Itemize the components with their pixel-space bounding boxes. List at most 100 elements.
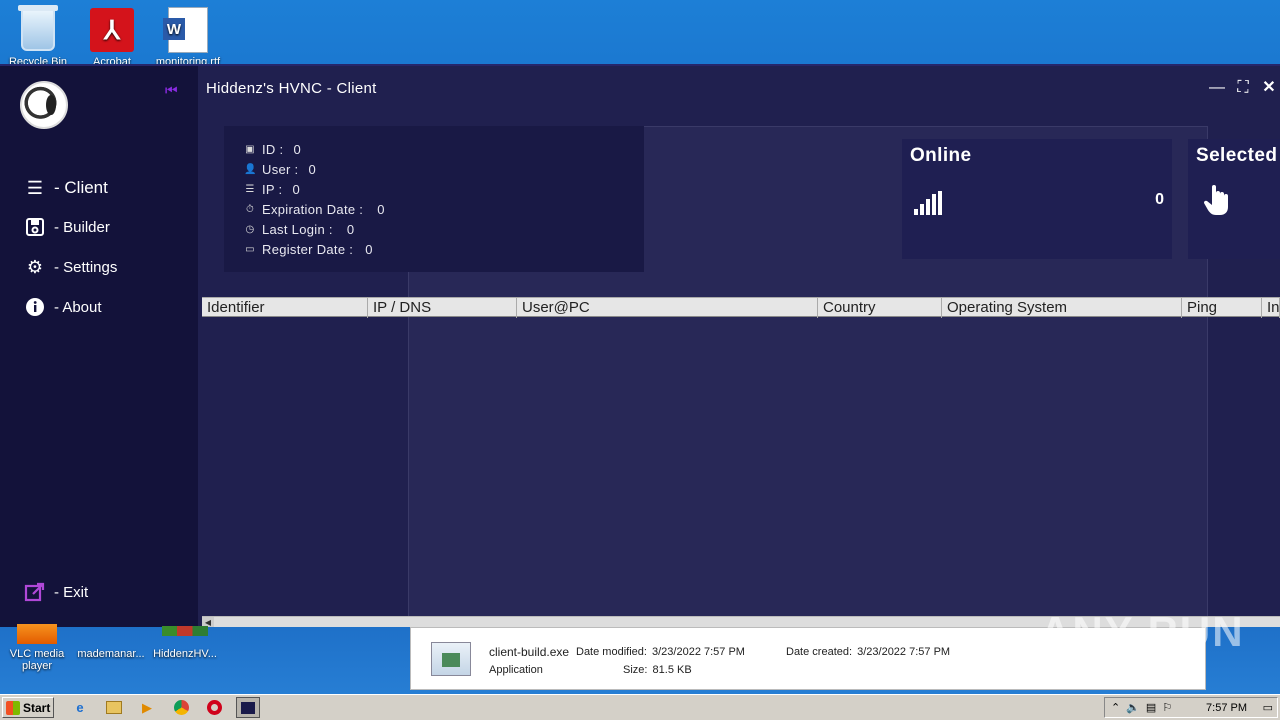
calendar-icon: ▭ xyxy=(245,243,255,255)
desktop-icon-label: HiddenzHV... xyxy=(153,648,217,660)
clients-table-header: Identifier IP / DNS User@PC Country Oper… xyxy=(202,297,1280,318)
sidebar-item-label: - About xyxy=(54,298,102,316)
info-value: 0 xyxy=(292,181,301,197)
info-expiration: ⏱ Expiration Date : 0 xyxy=(244,200,385,218)
gears-icon: ⚙ xyxy=(26,256,44,277)
desktop-icon-label: VLC media player xyxy=(9,648,65,672)
minimize-button[interactable]: — xyxy=(1208,78,1226,98)
recycle-bin-icon xyxy=(18,5,58,51)
explorer-icon[interactable] xyxy=(102,697,126,718)
volume-icon[interactable]: 🔈 xyxy=(1126,701,1140,714)
sidebar-item-about[interactable]: - About xyxy=(24,295,102,319)
flag-icon[interactable]: ⚐ xyxy=(1162,701,1172,714)
info-register: ▭ Register Date : 0 xyxy=(244,240,373,258)
info-icon xyxy=(24,296,46,318)
save-icon xyxy=(24,216,46,238)
application-file-icon xyxy=(431,642,471,676)
info-value: 0 xyxy=(308,161,317,177)
online-count: 0 xyxy=(1155,191,1164,208)
sidebar-item-label: - Client xyxy=(54,178,108,197)
id-card-icon: ▣ xyxy=(245,143,255,155)
account-info-card: ▣ ID : 0 👤 User : 0 ☰ IP : 0 ⏱ Expiratio… xyxy=(224,126,644,272)
hvnc-window: ⏮ ☰ - Client - Builder ⚙ - Settings - Ab… xyxy=(0,64,1280,627)
created-value: 3/23/2022 7:57 PM xyxy=(857,646,951,658)
info-value: 0 xyxy=(293,141,301,157)
collapse-sidebar-icon[interactable]: ⏮ xyxy=(165,83,178,97)
selected-card: Selected xyxy=(1188,139,1280,259)
taskbar: Start e ▶ ⌃ 🔈 ▤ ⚐ 7:57 PM ▭ xyxy=(0,694,1280,720)
size-row: Size: 81.5 KB xyxy=(623,664,692,676)
selected-title: Selected xyxy=(1196,145,1278,166)
modified-label: Date modified: xyxy=(576,646,647,658)
opera-icon[interactable] xyxy=(202,697,226,718)
word-doc-icon xyxy=(163,7,208,53)
user-icon: 👤 xyxy=(244,163,257,175)
network-icon[interactable]: ▤ xyxy=(1146,701,1156,714)
sidebar-item-settings[interactable]: ⚙ - Settings xyxy=(24,255,117,279)
start-label: Start xyxy=(23,700,51,715)
exit-button[interactable]: - Exit xyxy=(24,580,88,604)
maximize-button[interactable]: ⛶ xyxy=(1234,78,1252,98)
vlc-icon xyxy=(17,624,57,644)
sidebar-item-label: - Builder xyxy=(54,218,110,236)
system-tray: ⌃ 🔈 ▤ ⚐ 7:57 PM ▭ xyxy=(1104,697,1278,718)
info-last-login: ◷ Last Login : 0 xyxy=(244,220,354,238)
info-ip: ☰ IP : 0 xyxy=(244,180,300,198)
created-row: Date created: 3/23/2022 7:57 PM xyxy=(786,646,950,658)
info-user: 👤 User : 0 xyxy=(244,160,316,178)
chrome-icon[interactable] xyxy=(169,697,193,718)
signal-icon xyxy=(914,191,944,215)
desktop-icon-vlc[interactable]: VLC media player xyxy=(2,624,72,672)
sidebar-item-builder[interactable]: - Builder xyxy=(24,215,110,239)
tray-chevron-icon[interactable]: ⌃ xyxy=(1111,701,1120,714)
modified-value: 3/23/2022 7:57 PM xyxy=(652,646,745,658)
desktop-icon-recycle-bin[interactable]: Recycle Bin xyxy=(0,5,76,69)
created-label: Date created: xyxy=(786,646,853,658)
info-label: IP : xyxy=(262,181,283,197)
modified-row: Date modified: 3/23/2022 7:57 PM xyxy=(576,646,745,658)
main-panel: Hiddenz's HVNC - Client — ⛶ ✕ ▣ ID : 0 👤… xyxy=(198,66,1280,627)
info-label: ID : xyxy=(262,141,284,157)
file-name: client-build.exe xyxy=(489,645,570,659)
exit-label: - Exit xyxy=(54,583,89,601)
ie-icon[interactable]: e xyxy=(68,697,92,718)
column-ip-dns[interactable]: IP / DNS xyxy=(368,298,517,318)
stopwatch-icon: ⏱ xyxy=(245,203,255,215)
online-card: Online 0 xyxy=(902,139,1172,259)
desktop-icon-monitoring[interactable]: monitoring.rtf xyxy=(150,6,226,69)
column-in[interactable]: In xyxy=(1262,298,1280,318)
server-icon: ☰ xyxy=(245,183,255,195)
sidebar-item-label: - Settings xyxy=(54,258,118,276)
media-player-icon[interactable]: ▶ xyxy=(135,697,159,718)
column-user-pc[interactable]: User@PC xyxy=(517,298,818,318)
watermark: ANY RUN xyxy=(1040,608,1245,655)
windows-flag-icon xyxy=(6,700,20,715)
archive-icon xyxy=(162,626,208,636)
info-label: Register Date : xyxy=(262,241,354,257)
show-desktop-icon[interactable]: ▭ xyxy=(1263,701,1273,714)
clock[interactable]: 7:57 PM xyxy=(1206,702,1247,714)
pointer-hand-icon xyxy=(1202,183,1232,217)
app-logo xyxy=(20,81,68,129)
column-country[interactable]: Country xyxy=(818,298,942,318)
window-title: Hiddenz's HVNC - Client xyxy=(206,80,377,97)
info-label: Last Login : xyxy=(262,221,333,237)
close-button[interactable]: ✕ xyxy=(1260,78,1278,98)
exit-icon xyxy=(24,581,46,603)
size-value: 81.5 KB xyxy=(652,664,692,676)
info-label: Expiration Date : xyxy=(262,201,364,217)
desktop-icon-hiddenzhv[interactable]: HiddenzHV... xyxy=(150,624,220,660)
hvnc-taskbar-icon[interactable] xyxy=(236,697,260,718)
start-button[interactable]: Start xyxy=(2,697,54,718)
desktop-icon-mademanar[interactable]: mademanar... xyxy=(76,624,146,660)
sidebar: ⏮ ☰ - Client - Builder ⚙ - Settings - Ab… xyxy=(0,66,198,627)
clock-icon: ◷ xyxy=(245,223,255,235)
sidebar-item-client[interactable]: ☰ - Client xyxy=(24,176,108,200)
info-label: User : xyxy=(262,161,299,177)
column-ping[interactable]: Ping xyxy=(1182,298,1262,318)
info-value: 0 xyxy=(377,201,385,217)
online-title: Online xyxy=(910,145,972,166)
column-identifier[interactable]: Identifier xyxy=(202,298,368,318)
column-operating-system[interactable]: Operating System xyxy=(942,298,1182,318)
list-icon: ☰ xyxy=(26,177,44,198)
